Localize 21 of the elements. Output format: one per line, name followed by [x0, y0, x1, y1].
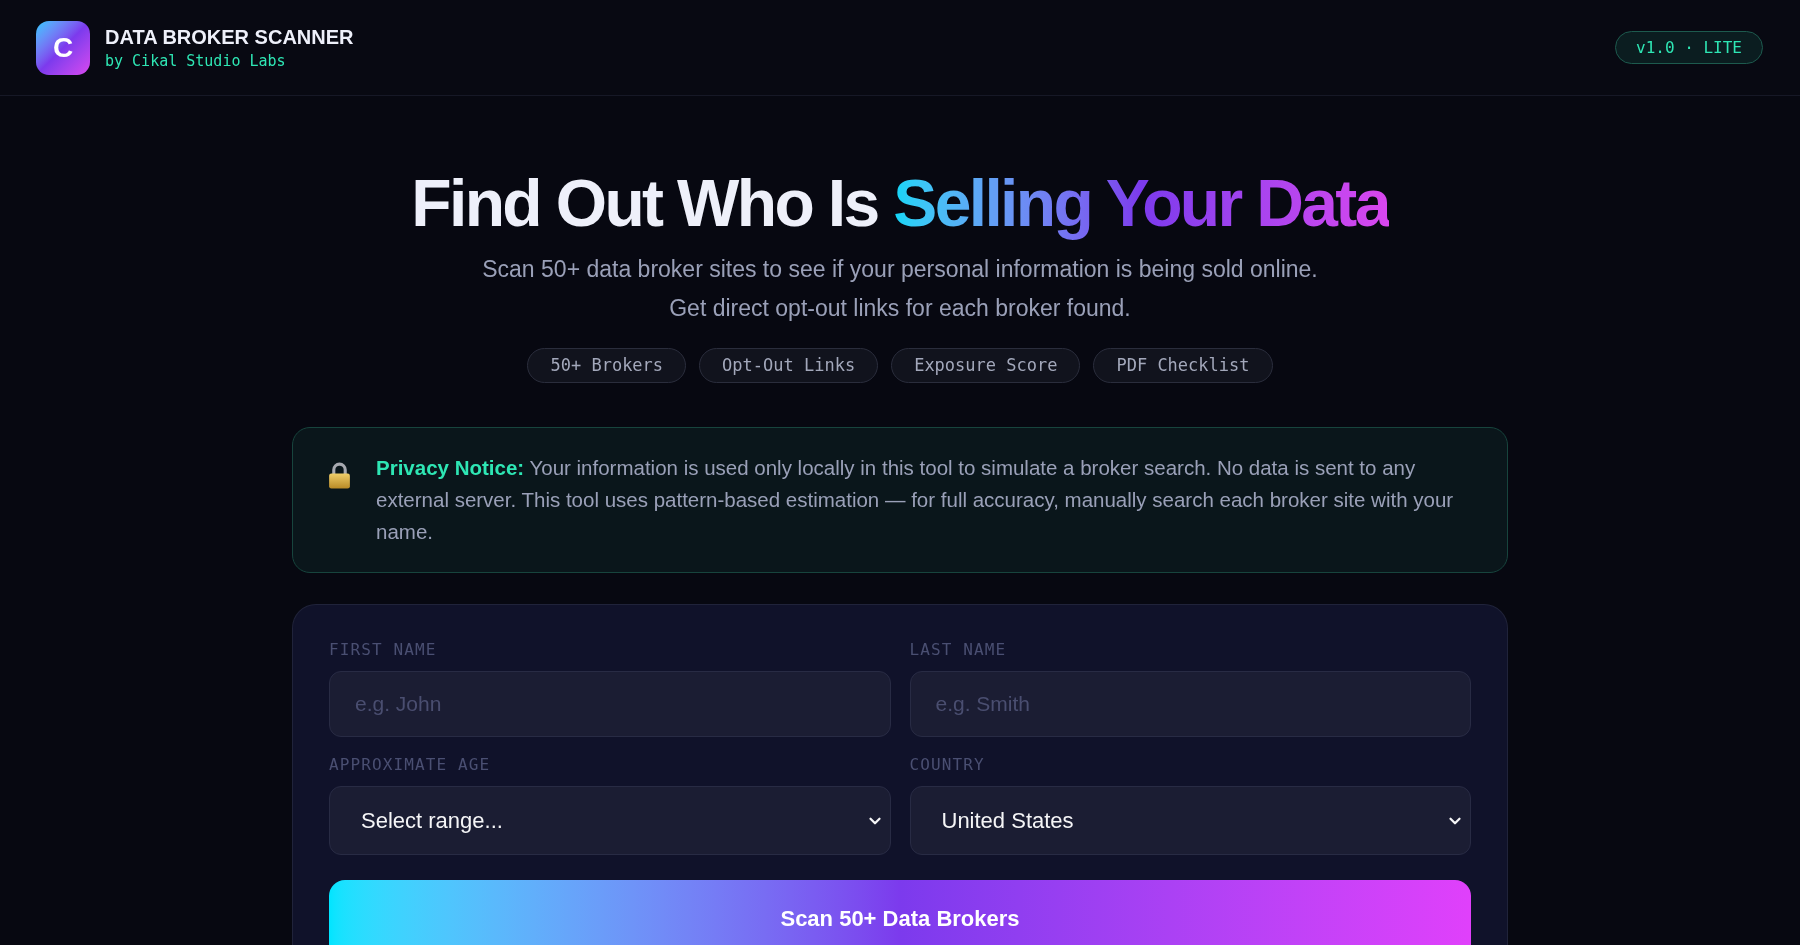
hero-subtitle: Scan 50+ data broker sites to see if your personal information is being sold online.	[482, 255, 1318, 284]
feature-tag: 50+ Brokers	[527, 348, 687, 383]
select-dropdown[interactable]: United States	[909, 786, 1471, 855]
field-label: FIRST NAME	[329, 641, 438, 659]
app-subtitle: by Cikal Studio Labs	[105, 50, 287, 71]
version-badge: v1.0 · LITE	[1615, 31, 1763, 64]
lock-icon	[326, 462, 353, 489]
feature-tag: PDF Checklist	[1093, 348, 1273, 383]
privacy-notice-text: Privacy Notice: Your information is used only locally in this tool to simulate a broker search. No data is sent to any external server. This tool uses pattern-based estimation — for full accuracy, manually search each broker site with your name.	[376, 455, 1455, 545]
text-input-field[interactable]: e.g. John	[329, 671, 891, 737]
app-title: DATA BROKER SCANNER	[105, 24, 354, 49]
feature-tag: Exposure Score	[891, 348, 1081, 383]
text-input-field[interactable]: e.g. Smith	[909, 671, 1471, 737]
hero-subtitle: Get direct opt-out links for each broker found.	[669, 294, 1131, 323]
feature-tag: Opt-Out Links	[699, 348, 879, 383]
select-dropdown[interactable]: Select range...	[329, 786, 891, 855]
field-label: COUNTRY	[909, 756, 986, 774]
app-logo: C	[36, 20, 90, 75]
field-label: APPROXIMATE AGE	[329, 756, 492, 774]
scan-button[interactable]: Scan 50+ Data Brokers	[329, 880, 1471, 945]
field-label: LAST NAME	[909, 641, 1008, 659]
